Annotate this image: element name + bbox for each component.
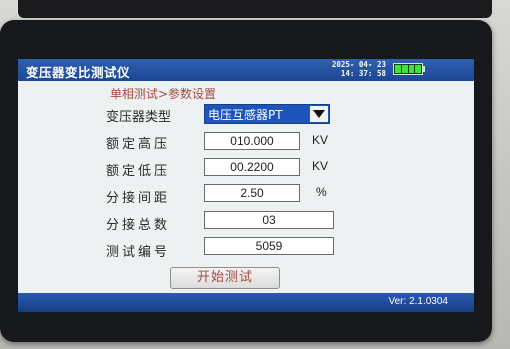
rated-low-voltage-field[interactable]: 00.2200 <box>204 158 300 176</box>
version-label: Ver: 2.1.0304 <box>388 296 449 307</box>
tap-total-label: 分接总数 <box>106 218 171 233</box>
status-bar: Ver: 2.1.0304 <box>18 293 474 312</box>
app-title: 变压器变比测试仪 <box>26 65 131 80</box>
tap-spacing-label: 分接间距 <box>106 191 171 206</box>
clock-time: 14: 37: 58 <box>340 69 386 78</box>
rated-high-voltage-field[interactable]: 010.000 <box>204 132 300 150</box>
title-bar: 变压器变比测试仪 2025- 04- 23 14: 37: 58 <box>18 59 474 81</box>
tap-spacing-field[interactable]: 2.50 <box>204 184 300 202</box>
dropdown-arrow-icon[interactable] <box>309 106 328 122</box>
clock: 2025- 04- 23 14: 37: 58 <box>326 60 386 78</box>
transformer-type-select[interactable]: 电压互感器PT <box>204 104 330 124</box>
rated-high-voltage-unit: KV <box>312 133 329 147</box>
transformer-type-value: 电压互感器PT <box>208 108 283 122</box>
rated-low-voltage-unit: KV <box>312 159 329 173</box>
tap-total-field[interactable]: 03 <box>204 211 334 229</box>
rated-high-voltage-label: 额定高压 <box>106 137 171 152</box>
start-test-button[interactable]: 开始测试 <box>170 267 280 289</box>
test-number-label: 测试编号 <box>106 245 171 260</box>
transformer-type-label: 变压器类型 <box>106 110 172 125</box>
lcd-screen: 变压器变比测试仪 2025- 04- 23 14: 37: 58 单相测试>参数… <box>18 59 474 312</box>
clock-date: 2025- 04- 23 <box>331 60 386 69</box>
battery-icon <box>393 63 423 75</box>
rated-low-voltage-label: 额定低压 <box>106 164 171 179</box>
test-number-field[interactable]: 5059 <box>204 237 334 255</box>
photo-scene: 变压器变比测试仪 2025- 04- 23 14: 37: 58 单相测试>参数… <box>0 0 510 349</box>
battery-tip-icon <box>423 66 425 72</box>
tap-spacing-unit: % <box>316 185 327 199</box>
breadcrumb: 单相测试>参数设置 <box>110 87 217 101</box>
upper-device-edge <box>18 0 492 18</box>
